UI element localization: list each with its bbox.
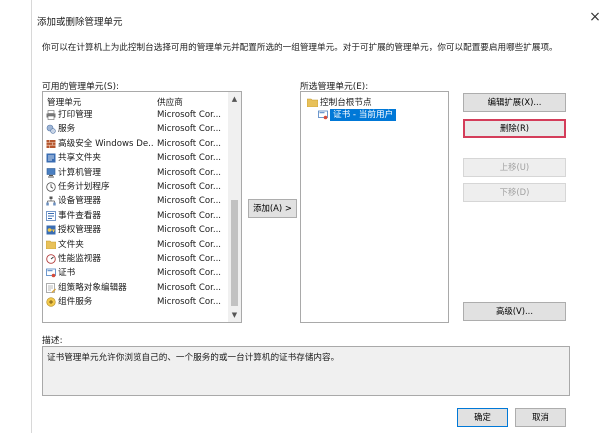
tree-node-label: 控制台根节点 xyxy=(320,98,372,108)
list-item[interactable]: 服务 Microsoft Cor... xyxy=(43,123,229,135)
computer-mgmt-icon xyxy=(46,167,56,178)
scroll-down-icon[interactable]: ▼ xyxy=(228,308,241,322)
list-item[interactable]: 事件查看器 Microsoft Cor... xyxy=(43,210,229,222)
authorization-icon xyxy=(46,225,56,235)
description-box: 证书管理单元允许你浏览自己的、一个服务的或一台计算机的证书存储内容。 xyxy=(42,346,570,396)
snapin-name: 高级安全 Windows De... xyxy=(58,138,154,149)
list-item[interactable]: 文件夹 Microsoft Cor... xyxy=(43,239,229,251)
snapin-name: 事件查看器 xyxy=(58,210,101,221)
firewall-icon xyxy=(46,139,56,149)
snapin-vendor: Microsoft Cor... xyxy=(157,282,222,293)
dialog-title: 添加或删除管理单元 xyxy=(37,17,123,28)
add-button[interactable]: 添加(A) > xyxy=(248,199,297,218)
list-item[interactable]: 设备管理器 Microsoft Cor... xyxy=(43,195,229,207)
cancel-button[interactable]: 取消 xyxy=(515,408,566,427)
advanced-button[interactable]: 高级(V)... xyxy=(463,302,566,321)
snapin-vendor: Microsoft Cor... xyxy=(157,110,222,120)
window-left-edge xyxy=(31,0,32,433)
perf-monitor-icon xyxy=(46,254,56,264)
snapin-name: 服务 xyxy=(58,124,76,135)
snapin-vendor: Microsoft Cor... xyxy=(157,239,222,250)
scrollbar-thumb[interactable] xyxy=(231,200,238,306)
snapin-vendor: Microsoft Cor... xyxy=(157,225,222,236)
certificate-icon xyxy=(318,110,328,120)
event-viewer-icon xyxy=(46,210,56,221)
snapin-vendor: Microsoft Cor... xyxy=(157,167,222,178)
remove-button[interactable]: 删除(R) xyxy=(463,119,566,138)
services-icon xyxy=(46,124,56,135)
snapin-name: 任务计划程序 xyxy=(58,182,110,192)
list-item[interactable]: 性能监视器 Microsoft Cor... xyxy=(43,253,229,265)
snapin-name: 组策略对象编辑器 xyxy=(58,282,127,293)
list-item[interactable]: 共享文件夹 Microsoft Cor... xyxy=(43,152,229,164)
selected-snapins-list[interactable]: 控制台根节点 证书 - 当前用户 xyxy=(300,91,449,323)
edit-extensions-button[interactable]: 编辑扩展(X)... xyxy=(463,93,566,112)
snapin-vendor: Microsoft Cor... xyxy=(157,124,222,135)
component-services-icon xyxy=(46,297,56,307)
tree-node-label: 证书 - 当前用户 xyxy=(330,109,397,121)
list-item[interactable]: 高级安全 Windows De... Microsoft Cor... xyxy=(43,138,229,150)
list-item[interactable]: 打印管理 Microsoft Cor... xyxy=(43,109,229,121)
dialog-intro-text: 你可以在计算机上为此控制台选择可用的管理单元并配置所选的一组管理单元。对于可扩展… xyxy=(42,43,558,53)
snapin-name: 组件服务 xyxy=(58,297,93,308)
list-item[interactable]: 组件服务 Microsoft Cor... xyxy=(43,296,229,308)
column-header-snapin[interactable]: 管理单元 xyxy=(47,96,81,108)
snapin-vendor: Microsoft Cor... xyxy=(157,153,222,164)
list-header: 管理单元 供应商 xyxy=(43,92,229,109)
snapin-name: 授权管理器 xyxy=(58,225,101,236)
list-item[interactable]: 授权管理器 Microsoft Cor... xyxy=(43,224,229,236)
list-item[interactable]: 组策略对象编辑器 Microsoft Cor... xyxy=(43,282,229,294)
description-text: 证书管理单元允许你浏览自己的、一个服务的或一台计算机的证书存储内容。 xyxy=(47,353,340,363)
snapin-name: 设备管理器 xyxy=(58,196,101,207)
shared-folder-icon xyxy=(46,153,56,163)
available-snapins-list[interactable]: 管理单元 供应商 打印管理 Microsoft Cor... 服务 Microsoft… xyxy=(42,91,242,323)
snapin-name: 打印管理 xyxy=(58,110,93,120)
move-up-button[interactable]: 上移(U) xyxy=(463,158,566,177)
snapin-name: 共享文件夹 xyxy=(58,153,101,164)
certificate-icon xyxy=(46,268,56,278)
snapin-vendor: Microsoft Cor... xyxy=(157,210,222,221)
list-item[interactable]: 计算机管理 Microsoft Cor... xyxy=(43,167,229,179)
snapin-name: 证书 xyxy=(58,268,76,279)
snapin-vendor: Microsoft Cor... xyxy=(157,254,222,264)
description-label: 描述: xyxy=(42,336,63,346)
gpo-editor-icon xyxy=(46,282,56,293)
snapin-name: 文件夹 xyxy=(58,239,84,250)
snapin-vendor: Microsoft Cor... xyxy=(157,182,222,192)
close-icon[interactable]: × xyxy=(587,9,603,25)
column-header-vendor[interactable]: 供应商 xyxy=(157,96,183,108)
ok-button[interactable]: 确定 xyxy=(457,408,508,427)
snapin-vendor: Microsoft Cor... xyxy=(157,138,222,149)
snapin-vendor: Microsoft Cor... xyxy=(157,268,222,279)
snapin-name: 计算机管理 xyxy=(58,167,101,178)
device-mgr-icon xyxy=(46,196,56,206)
snapin-name: 性能监视器 xyxy=(58,254,101,264)
folder-icon xyxy=(306,98,319,108)
folder-icon xyxy=(46,240,56,250)
list-scrollbar[interactable]: ▲ ▼ xyxy=(228,92,241,322)
list-item[interactable]: 任务计划程序 Microsoft Cor... xyxy=(43,181,229,193)
snapin-vendor: Microsoft Cor... xyxy=(157,196,222,207)
scheduler-icon xyxy=(46,182,56,192)
printer-icon xyxy=(46,110,56,120)
list-item[interactable]: 证书 Microsoft Cor... xyxy=(43,267,229,279)
scroll-up-icon[interactable]: ▲ xyxy=(228,92,241,106)
snapin-vendor: Microsoft Cor... xyxy=(157,297,222,308)
move-down-button[interactable]: 下移(D) xyxy=(463,183,566,202)
